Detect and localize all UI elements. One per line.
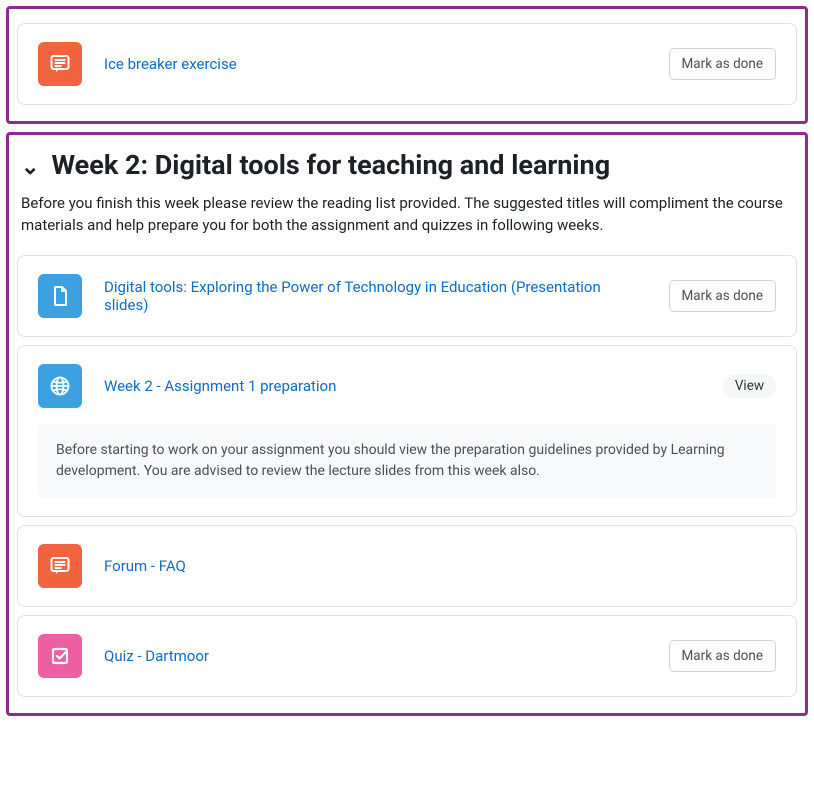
quiz-icon xyxy=(38,634,82,678)
activity-row: Quiz - Dartmoor Mark as done xyxy=(38,634,776,678)
activity-row: Week 2 - Assignment 1 preparation View xyxy=(38,364,776,408)
forum-icon xyxy=(38,42,82,86)
activity-link[interactable]: Digital tools: Exploring the Power of Te… xyxy=(104,278,647,314)
file-icon xyxy=(38,274,82,318)
forum-icon xyxy=(38,544,82,588)
activity-row: Digital tools: Exploring the Power of Te… xyxy=(38,274,776,318)
activity-link[interactable]: Week 2 - Assignment 1 preparation xyxy=(104,377,701,395)
chevron-down-icon: ⌄ xyxy=(21,155,39,180)
activity-actions: Mark as done xyxy=(669,640,776,672)
activity-actions: Mark as done xyxy=(669,48,776,80)
mark-done-button[interactable]: Mark as done xyxy=(669,280,776,312)
view-badge: View xyxy=(723,374,776,398)
activity-description: Before starting to work on your assignme… xyxy=(38,424,776,498)
activity-link[interactable]: Ice breaker exercise xyxy=(104,55,647,73)
section-title: Week 2: Digital tools for teaching and l… xyxy=(51,149,610,181)
section-header[interactable]: ⌄ Week 2: Digital tools for teaching and… xyxy=(17,145,797,189)
activity-card: Forum - FAQ xyxy=(17,525,797,607)
activity-row: Ice breaker exercise Mark as done xyxy=(38,42,776,86)
activity-card: Ice breaker exercise Mark as done xyxy=(17,23,797,105)
activity-card: Digital tools: Exploring the Power of Te… xyxy=(17,255,797,337)
section-description: Before you finish this week please revie… xyxy=(17,189,797,247)
activity-link[interactable]: Forum - FAQ xyxy=(104,557,776,575)
globe-icon xyxy=(38,364,82,408)
mark-done-button[interactable]: Mark as done xyxy=(669,48,776,80)
section-card: Ice breaker exercise Mark as done xyxy=(6,6,808,124)
activity-row: Forum - FAQ xyxy=(38,544,776,588)
activity-link[interactable]: Quiz - Dartmoor xyxy=(104,647,647,665)
activity-card: Week 2 - Assignment 1 preparation View B… xyxy=(17,345,797,517)
mark-done-button[interactable]: Mark as done xyxy=(669,640,776,672)
activity-card: Quiz - Dartmoor Mark as done xyxy=(17,615,797,697)
activity-actions: Mark as done xyxy=(669,280,776,312)
section-card: ⌄ Week 2: Digital tools for teaching and… xyxy=(6,132,808,716)
activity-actions: View xyxy=(723,374,776,398)
